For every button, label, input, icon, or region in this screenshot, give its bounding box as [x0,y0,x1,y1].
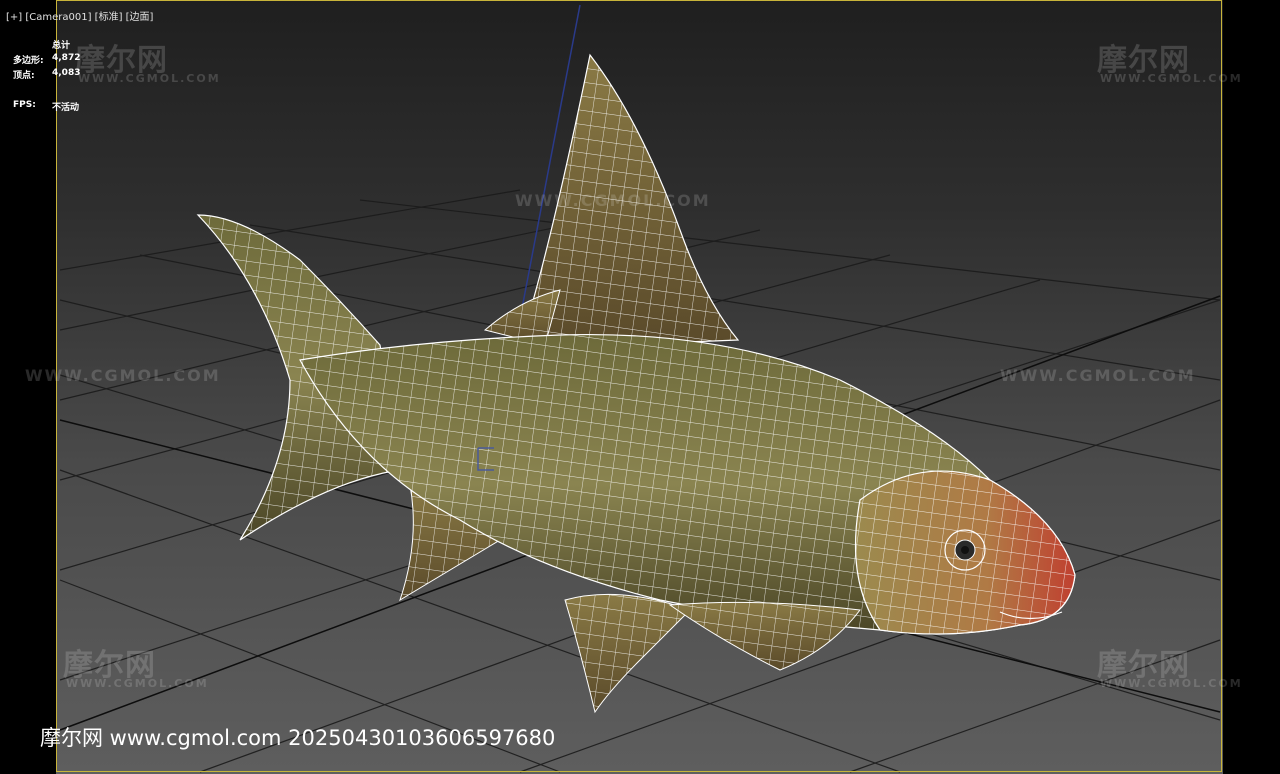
watermark-url: WWW.CGMOL.COM [1000,366,1196,385]
watermark-url: WWW.CGMOL.COM [515,191,711,210]
polygons-label: 多边形: [13,56,44,66]
watermark-url: WWW.CGMOL.COM [25,366,221,385]
watermark-url-small: WWW.CGMOL.COM [1100,677,1243,690]
source-caption: 摩尔网 www.cgmol.com 20250430103606597680 [40,726,556,750]
stats-header: 总计 [52,41,71,51]
watermark-url-small: WWW.CGMOL.COM [78,72,221,85]
viewport-label-menu[interactable]: [+] [Camera001] [标准] [边面] [6,8,153,23]
fps-label: FPS: [13,100,36,110]
viewport-scene [15,4,1221,773]
fish-model[interactable] [196,53,1076,714]
watermark-url-small: WWW.CGMOL.COM [66,677,209,690]
fps-value: 不活动 [52,103,80,113]
watermark-url-small: WWW.CGMOL.COM [1100,72,1243,85]
3d-viewport[interactable]: [+] [Camera001] [标准] [边面] 总计 多边形: 4,872 … [0,0,1280,774]
left-margin [0,0,56,774]
vertices-label: 顶点: [13,71,35,81]
right-margin [1223,0,1280,774]
